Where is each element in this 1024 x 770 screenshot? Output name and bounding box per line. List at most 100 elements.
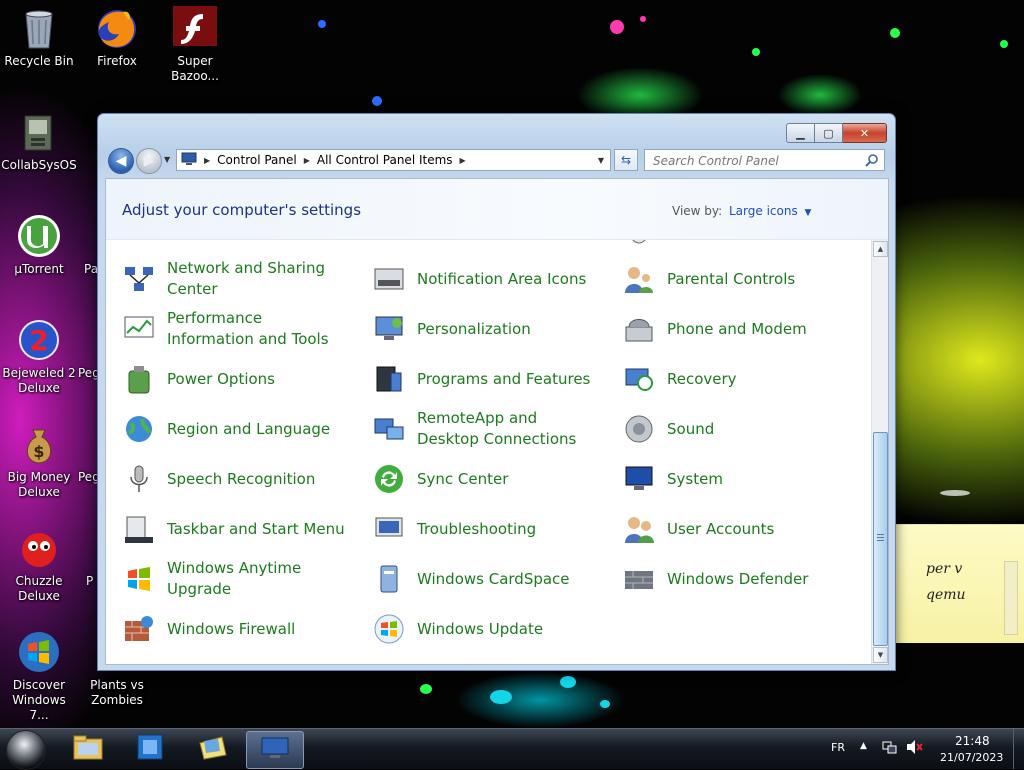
personalization-icon	[373, 313, 405, 345]
start-button[interactable]	[6, 730, 46, 770]
address-bar[interactable]: ▶ Control Panel ▶ All Control Panel Item…	[176, 149, 611, 171]
scroll-up-button[interactable]: ▲	[873, 241, 888, 257]
view-by-dropdown[interactable]: Large icons ▼	[729, 204, 811, 218]
cp-item-windows-anytime-upgrade[interactable]: Windows Anytime Upgrade	[106, 556, 346, 602]
vertical-scrollbar[interactable]: ▲ ▼	[871, 240, 888, 664]
address-dropdown-button[interactable]: ▼	[592, 150, 610, 170]
cp-item-parental-controls[interactable]: Parental Controls	[606, 256, 846, 302]
cp-item-notification-area-icons[interactable]: Notification Area Icons	[356, 256, 596, 302]
network-icon[interactable]	[882, 739, 898, 758]
cp-item-speech-recognition[interactable]: Speech Recognition	[106, 456, 346, 502]
show-desktop-button[interactable]	[1013, 729, 1024, 769]
refresh-button[interactable]: ⇆	[614, 149, 638, 171]
forward-button[interactable]: ▶	[136, 148, 162, 174]
cp-item-system[interactable]: System	[606, 456, 846, 502]
windows-firewall-icon	[123, 613, 155, 645]
cp-item-mouse[interactable]: Mouse	[606, 240, 846, 252]
cp-item-recovery[interactable]: Recovery	[606, 356, 846, 402]
sticky-note-scrollbar[interactable]	[1004, 561, 1018, 635]
desktop-icon-chuzzle[interactable]: Chuzzle Deluxe	[1, 520, 77, 604]
cp-item-label: Network and Sharing Center	[167, 259, 325, 298]
cp-item-label: Power Options	[167, 369, 275, 388]
cp-item-windows-firewall[interactable]: Windows Firewall	[106, 606, 346, 652]
sticky-note-line: qemu	[926, 587, 966, 603]
cp-item-label: Notification Area Icons	[417, 269, 587, 288]
cp-item-power-options[interactable]: Power Options	[106, 356, 346, 402]
breadcrumb-all-items[interactable]: All Control Panel Items	[317, 153, 453, 167]
sticky-note[interactable]: per v qemu	[896, 524, 1024, 643]
cp-item-keyboard[interactable]: Keyboard	[106, 240, 346, 252]
taskbar: FR ▲ 21:48 21/07/2023	[0, 728, 1024, 770]
troubleshooting-icon	[373, 513, 405, 545]
taskbar-and-start-menu-icon	[123, 513, 155, 545]
desktop-icon-label: Big Money Deluxe	[7, 470, 71, 499]
close-icon: ✕	[859, 126, 870, 140]
search-box[interactable]	[644, 149, 885, 171]
parental-controls-icon	[623, 263, 655, 295]
cp-item-network-and-sharing-center[interactable]: Network and Sharing Center	[106, 256, 346, 302]
cp-item-windows-update[interactable]: Windows Update	[356, 606, 596, 652]
scroll-thumb[interactable]	[873, 432, 888, 646]
taskbar-explorer-button[interactable]	[60, 731, 116, 767]
clock-time[interactable]: 21:48	[955, 734, 990, 748]
close-button[interactable]: ✕	[843, 123, 887, 143]
cp-item-region-and-language[interactable]: Region and Language	[106, 406, 346, 452]
cp-item-user-accounts[interactable]: User Accounts	[606, 506, 846, 552]
search-input[interactable]	[651, 151, 865, 171]
chevron-down-icon: ▼	[164, 155, 171, 164]
desktop-icon-discover-windows[interactable]: Discover Windows 7...	[1, 624, 77, 723]
cp-item-sync-center[interactable]: Sync Center	[356, 456, 596, 502]
cp-item-label: Parental Controls	[667, 269, 796, 288]
cp-item-taskbar-and-start-menu[interactable]: Taskbar and Start Menu	[106, 506, 346, 552]
recent-pages-dropdown[interactable]: ▼	[164, 155, 170, 164]
cp-item-programs-and-features[interactable]: Programs and Features	[356, 356, 596, 402]
cp-item-personalization[interactable]: Personalization	[356, 306, 596, 352]
notification-area-icons-icon	[373, 263, 405, 295]
cp-item-sound[interactable]: Sound	[606, 406, 846, 452]
volume-muted-icon[interactable]	[905, 739, 923, 758]
paint-splat	[940, 490, 970, 496]
cp-item-windows-defender[interactable]: Windows Defender	[606, 556, 846, 602]
cp-item-windows-cardspace[interactable]: Windows CardSpace	[356, 556, 596, 602]
language-indicator[interactable]: FR	[831, 741, 845, 754]
desktop-icon-recycle-bin[interactable]: Recycle Bin	[1, 0, 77, 69]
cp-item-remoteapp-and-desktop-connections[interactable]: RemoteApp and Desktop Connections	[356, 406, 596, 452]
desktop-icon-label: Firefox	[97, 54, 137, 68]
computer-icon	[181, 152, 197, 169]
maximize-button[interactable]: ▢	[815, 123, 843, 143]
sound-icon	[623, 413, 655, 445]
cp-item-performance-information-and-tools[interactable]: Performance Information and Tools	[106, 306, 346, 352]
desktop-icon-collabsysos[interactable]: CollabSysOS	[1, 104, 77, 173]
scroll-down-button[interactable]: ▼	[873, 647, 888, 663]
desktop-icon-label: Super Bazoo...	[171, 54, 219, 83]
desktop-icon-utorrent[interactable]: µTorrent	[1, 208, 77, 277]
sensors-icon	[373, 240, 405, 245]
taskbar-virtualbox-button[interactable]	[122, 731, 178, 767]
desktop-icon-label: Plants vs Zombies	[90, 678, 144, 707]
windows-cardspace-icon	[373, 563, 405, 595]
cp-item-sensors[interactable]: Sensors	[356, 240, 596, 252]
taskbar-folders-button[interactable]	[184, 731, 240, 767]
paint-splat	[640, 16, 646, 22]
desktop-icon-bejeweled-2[interactable]: 2 Bejeweled 2 Deluxe	[1, 312, 77, 396]
taskbar-control-panel-button[interactable]	[246, 731, 304, 769]
desktop-icon-big-money[interactable]: $ Big Money Deluxe	[1, 416, 77, 500]
folders-icon	[196, 733, 228, 765]
show-hidden-icons-button[interactable]: ▲	[860, 741, 867, 751]
speech-recognition-icon	[123, 463, 155, 495]
desktop-icon-label: Chuzzle Deluxe	[15, 574, 63, 603]
minimize-button[interactable]: ▁	[786, 123, 815, 143]
clock-date[interactable]: 21/07/2023	[940, 751, 1003, 764]
desktop-icon-firefox[interactable]: Firefox	[79, 0, 155, 69]
breadcrumb-control-panel[interactable]: Control Panel	[217, 153, 297, 167]
desktop-icon-label: CollabSysOS	[1, 158, 77, 172]
back-button[interactable]: ◀	[108, 148, 134, 174]
control-panel-window: ▁ ▢ ✕ ◀ ▶ ▼ ▶ Control Panel ▶ All Contro…	[97, 113, 896, 671]
desktop-icon-super-bazooka[interactable]: Super Bazoo...	[157, 0, 233, 84]
cp-item-label: Windows Firewall	[167, 619, 296, 638]
cp-item-troubleshooting[interactable]: Troubleshooting	[356, 506, 596, 552]
cp-item-phone-and-modem[interactable]: Phone and Modem	[606, 306, 846, 352]
chuzzle-icon	[17, 526, 61, 570]
search-icon[interactable]	[865, 152, 879, 171]
breadcrumb-separator-icon: ▶	[303, 155, 310, 165]
